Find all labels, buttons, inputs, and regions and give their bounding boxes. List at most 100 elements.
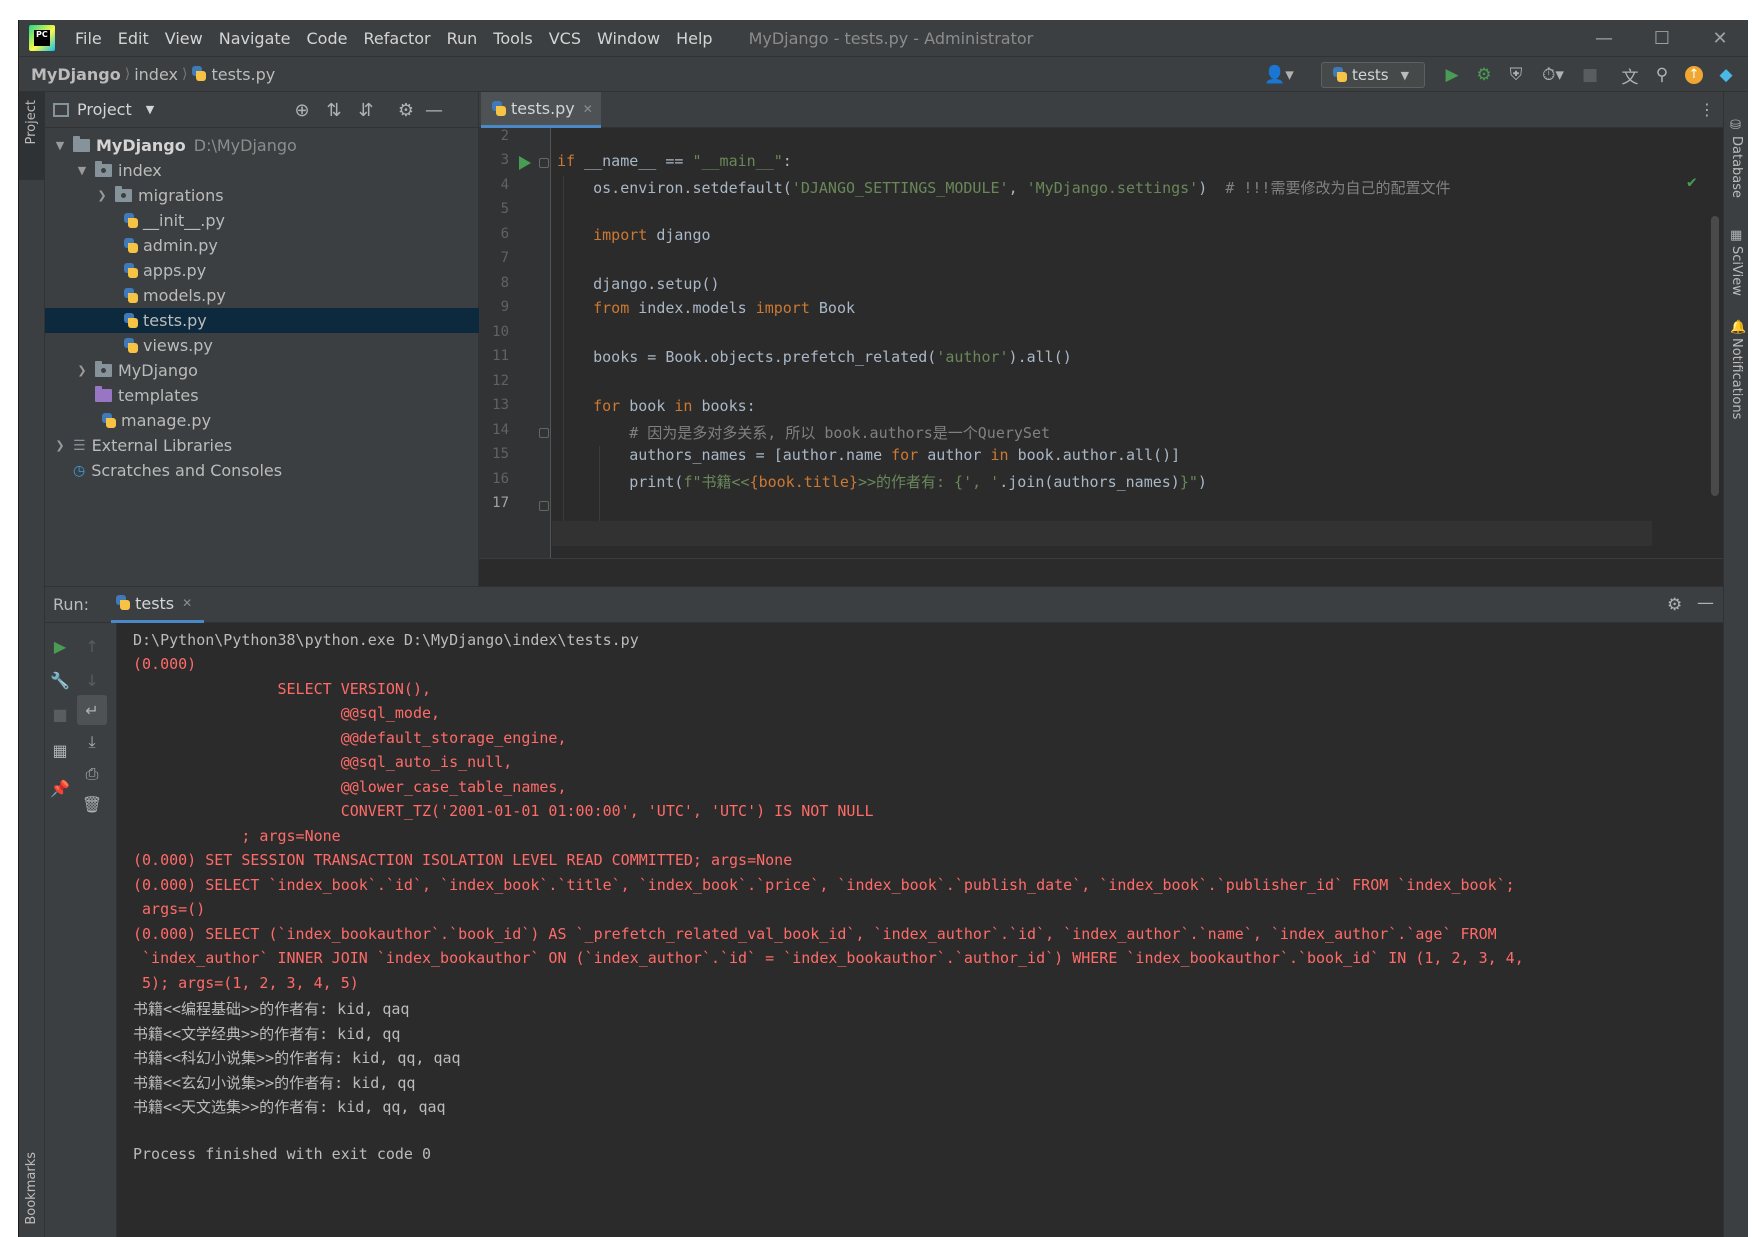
translate-icon[interactable]: 文 [1615,57,1645,93]
stop-icon[interactable]: ■ [1575,57,1605,93]
hide-panel-icon[interactable]: — [1697,593,1714,613]
menu-window[interactable]: Window [589,29,668,48]
project-view-select[interactable]: Project ▼ [53,100,154,119]
editor-scrollbar[interactable] [1711,216,1719,496]
console-line: args=() [133,900,206,918]
sciview-stripe-label[interactable]: SciView [1729,246,1744,296]
close-icon[interactable]: ✕ [182,596,192,610]
menu-file[interactable]: File [67,29,110,48]
coverage-icon[interactable]: ⛨ [1501,57,1531,93]
window-title: MyDjango - tests.py - Administrator [748,28,1034,48]
expand-all-icon[interactable]: ⇅ [319,92,349,128]
tree-item-templates[interactable]: templates [45,383,479,408]
breadcrumb-file[interactable]: tests.py [211,65,275,84]
more-options-icon[interactable]: ⋮ [1699,100,1715,119]
gear-icon[interactable]: ⚙ [391,92,421,128]
search-icon[interactable]: ⚲ [1647,57,1677,93]
down-arrow-icon[interactable]: ↓ [77,665,107,695]
hide-panel-icon[interactable]: — [419,92,449,128]
update-icon[interactable]: ↑ [1679,57,1709,93]
tree-item-mydjango-root[interactable]: ▼ MyDjango D:\MyDjango [45,133,479,158]
console-line: CONVERT_TZ('2001-01-01 01:00:00', 'UTC',… [133,802,874,820]
menu-navigate[interactable]: Navigate [211,29,299,48]
tree-item-apps-py[interactable]: apps.py [45,258,479,283]
debug-icon[interactable]: ⚙ [1469,57,1499,93]
close-icon[interactable]: ✕ [1691,20,1748,56]
tree-item-admin-py[interactable]: admin.py [45,233,479,258]
minimize-icon[interactable]: — [1575,20,1633,56]
gear-icon[interactable]: ⚙ [1667,595,1682,615]
run-gutter-icon[interactable] [519,156,531,170]
collapse-all-icon[interactable]: ⇵ [351,92,381,128]
python-file-icon [191,66,207,82]
menu-view[interactable]: View [157,29,211,48]
bell-icon: 🔔 [1730,320,1747,335]
code-line-11: books = Book.objects.prefetch_related('a… [557,348,1072,366]
notifications-stripe-label[interactable]: Notifications [1729,338,1744,419]
menu-run[interactable]: Run [439,29,486,48]
menu-help[interactable]: Help [668,29,720,48]
tree-item-index[interactable]: ▼ index [45,158,479,183]
tree-item-label: models.py [143,286,226,305]
menu-vcs[interactable]: VCS [541,29,589,48]
run-configuration-select[interactable]: tests ▼ [1321,62,1425,88]
tree-item-models-py[interactable]: models.py [45,283,479,308]
run-tab-tests[interactable]: tests ✕ [111,587,205,623]
tab-tests-py[interactable]: tests.py ✕ [481,92,601,128]
scratches-icon: ◷ [73,462,86,479]
up-arrow-icon[interactable]: ↑ [77,631,107,661]
chevron-right-icon: ❯ [77,364,87,377]
soft-wrap-icon[interactable]: ↵ [77,695,107,725]
fold-marker-icon[interactable] [539,158,549,168]
database-stripe-label[interactable]: Database [1729,136,1744,198]
project-stripe-label: Project [24,100,39,145]
package-folder-icon [95,161,112,177]
fold-marker-icon[interactable] [539,501,549,511]
tree-item-external-libraries[interactable]: ❯ ☰ External Libraries [45,433,479,458]
breadcrumb-project[interactable]: MyDjango [31,65,121,84]
tree-item-tests-py[interactable]: tests.py [45,308,479,333]
plugin-icon[interactable]: ◆ [1711,57,1741,93]
menu-refactor[interactable]: Refactor [355,29,438,48]
fold-marker-icon[interactable] [539,428,549,438]
maximize-icon[interactable]: ☐ [1633,20,1691,56]
database-icon: ⛁ [1730,118,1741,133]
code-area[interactable]: 2 3 4 5 6 7 8 9 10 11 12 13 14 15 16 17 … [479,128,1723,558]
pin-icon[interactable]: 📌 [45,773,75,803]
project-stripe-button[interactable]: Project [19,92,45,180]
tree-item-mydjango-pkg[interactable]: ❯ MyDjango [45,358,479,383]
line-number: 13 [492,397,509,413]
tab-label: tests.py [511,99,575,118]
tree-item-scratches[interactable]: ◷ Scratches and Consoles [45,458,479,483]
scroll-to-end-icon[interactable]: ⤓ [77,727,107,757]
locate-icon[interactable]: ⊕ [287,92,317,128]
menu-code[interactable]: Code [299,29,356,48]
wrench-icon[interactable]: 🔧 [45,665,75,695]
stop-icon[interactable]: ■ [45,699,75,729]
profile-icon[interactable]: ⏱▾ [1533,57,1573,93]
trash-icon[interactable]: 🗑 [77,789,107,819]
tree-item-init-py[interactable]: __init__.py [45,208,479,233]
tree-item-migrations[interactable]: ❯ migrations [45,183,479,208]
console-output[interactable]: D:\Python\Python38\python.exe D:\MyDjang… [121,623,1717,1237]
package-folder-icon [95,361,112,377]
console-line: (0.000) SELECT `index_book`.`id`, `index… [133,876,1515,894]
menu-edit[interactable]: Edit [110,29,157,48]
layout-icon[interactable]: ▦ [45,735,75,765]
tree-item-views-py[interactable]: views.py [45,333,479,358]
chevron-right-icon: ⟩ [124,66,131,82]
breadcrumb-folder[interactable]: index [134,65,178,84]
run-icon[interactable]: ▶ [1437,57,1467,93]
chevron-down-icon: ▼ [77,164,87,177]
tree-item-label: Scratches and Consoles [91,461,283,480]
chevron-right-icon: ❯ [55,439,65,452]
editor-bottom-bar [479,558,1723,586]
print-icon[interactable]: ⎙ [77,759,107,789]
user-icon[interactable]: 👤▾ [1259,57,1299,93]
tree-item-manage-py[interactable]: manage.py [45,408,479,433]
project-window-icon [53,102,69,117]
bookmarks-stripe-label[interactable]: Bookmarks [24,1152,39,1225]
close-icon[interactable]: ✕ [583,102,593,116]
rerun-icon[interactable]: ▶ [45,631,75,661]
menu-tools[interactable]: Tools [485,29,540,48]
